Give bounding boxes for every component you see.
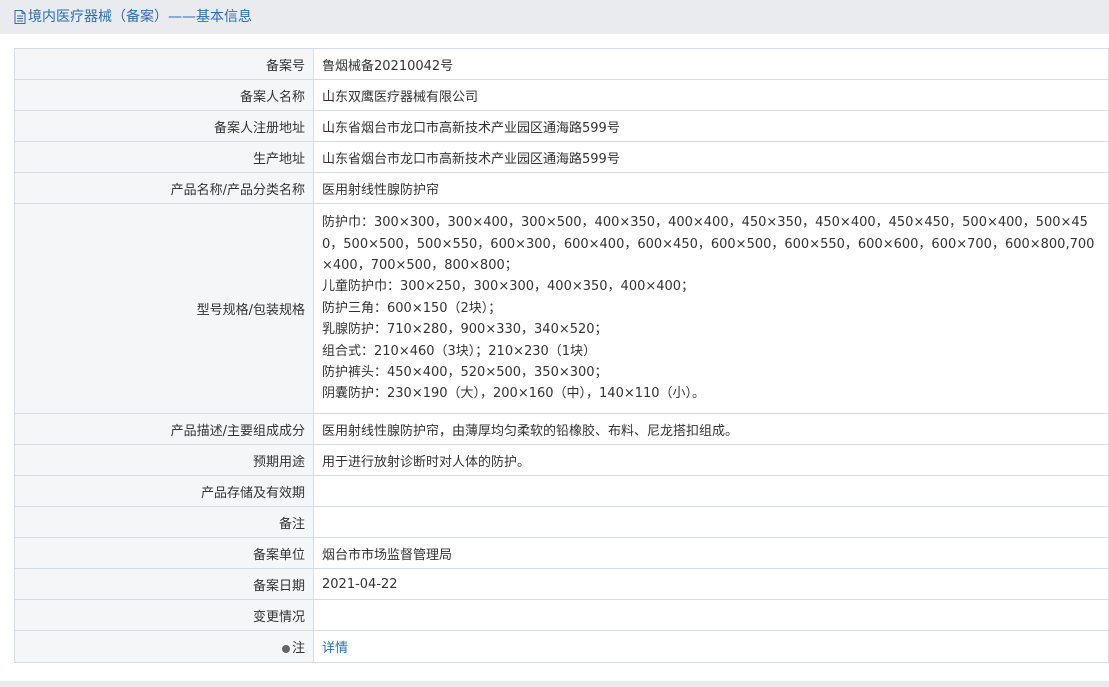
details-link[interactable]: 详情 — [322, 641, 348, 656]
page-title: 境内医疗器械（备案）——基本信息 — [14, 8, 252, 26]
table-row-change-status: 变更情况 — [14, 599, 1109, 631]
row-label: 产品描述/主要组成成分 — [14, 413, 314, 445]
row-label: 注 — [291, 641, 305, 656]
row-value: 用于进行放射诊断时对人体的防护。 — [313, 444, 1109, 476]
table-row-filing-unit: 备案单位 烟台市市场监督管理局 — [14, 537, 1109, 569]
row-label: 生产地址 — [14, 141, 314, 173]
row-label: 产品名称/产品分类名称 — [14, 172, 314, 204]
row-value: 鲁烟械备20210042号 — [313, 48, 1109, 80]
row-value — [313, 506, 1109, 538]
row-label: 备案号 — [14, 48, 314, 80]
row-label: 型号规格/包装规格 — [14, 203, 314, 414]
table-row-record-number: 备案号 鲁烟械备20210042号 — [14, 48, 1109, 80]
bottom-strip — [0, 681, 1109, 687]
row-label: 备案日期 — [14, 568, 314, 600]
row-label: 变更情况 — [14, 599, 314, 631]
table-row-filing-date: 备案日期 2021-04-22 — [14, 568, 1109, 600]
spec-line: 防护三角：600×150（2块）； — [322, 300, 502, 316]
spec-line: 阴囊防护：230×190（大），200×160（中），140×110（小）。 — [322, 386, 706, 402]
row-value — [313, 599, 1109, 631]
row-value: 医用射线性腺防护帘，由薄厚均匀柔软的铅橡胶、布料、尼龙搭扣组成。 — [313, 413, 1109, 445]
row-value — [313, 475, 1109, 507]
table-row-remarks: 备注 — [14, 506, 1109, 538]
row-label: 备注 — [14, 506, 314, 538]
table-row-product-name: 产品名称/产品分类名称 医用射线性腺防护帘 — [14, 172, 1109, 204]
row-value: 山东省烟台市龙口市高新技术产业园区通海路599号 — [313, 141, 1109, 173]
table-row-product-description: 产品描述/主要组成成分 医用射线性腺防护帘，由薄厚均匀柔软的铅橡胶、布料、尼龙搭… — [14, 413, 1109, 445]
page-title-text: 境内医疗器械（备案）——基本信息 — [28, 9, 252, 25]
row-value: 山东双鹰医疗器械有限公司 — [313, 79, 1109, 111]
row-label: 备案单位 — [14, 537, 314, 569]
row-value: 2021-04-22 — [313, 568, 1109, 600]
row-value: 医用射线性腺防护帘 — [313, 172, 1109, 204]
table-row-intended-use: 预期用途 用于进行放射诊断时对人体的防护。 — [14, 444, 1109, 476]
info-table: 备案号 鲁烟械备20210042号 备案人名称 山东双鹰医疗器械有限公司 备案人… — [14, 48, 1109, 663]
row-value: 详情 — [313, 630, 1109, 663]
info-dot-icon — [281, 644, 290, 653]
table-row-production-address: 生产地址 山东省烟台市龙口市高新技术产业园区通海路599号 — [14, 141, 1109, 173]
spec-line: 乳腺防护：710×280，900×330，340×520； — [322, 322, 608, 338]
table-row-registrant-address: 备案人注册地址 山东省烟台市龙口市高新技术产业园区通海路599号 — [14, 110, 1109, 142]
table-row-registrant-name: 备案人名称 山东双鹰医疗器械有限公司 — [14, 79, 1109, 111]
table-row-storage-validity: 产品存储及有效期 — [14, 475, 1109, 507]
row-label: 产品存储及有效期 — [14, 475, 314, 507]
spec-line: 防护裤头：450×400，520×500，350×300； — [322, 365, 608, 381]
row-label: 预期用途 — [14, 444, 314, 476]
spec-line: 防护巾：300×300，300×400，300×500，400×350，400×… — [322, 215, 1095, 273]
row-value: 山东省烟台市龙口市高新技术产业园区通海路599号 — [313, 110, 1109, 142]
spec-line: 儿童防护巾：300×250，300×300，400×350，400×400； — [322, 279, 695, 295]
row-label: 备案人注册地址 — [14, 110, 314, 142]
row-value: 烟台市市场监督管理局 — [313, 537, 1109, 569]
document-icon — [14, 10, 26, 24]
table-row-model-spec: 型号规格/包装规格 防护巾：300×300，300×400，300×500，40… — [14, 203, 1109, 414]
table-row-note: 注 详情 — [14, 630, 1109, 663]
row-label: 备案人名称 — [14, 79, 314, 111]
row-value-multiline: 防护巾：300×300，300×400，300×500，400×350，400×… — [313, 203, 1109, 414]
header-bar: 境内医疗器械（备案）——基本信息 — [0, 0, 1109, 34]
spec-line: 组合式：210×460（3块）；210×230（1块） — [322, 343, 597, 359]
row-label-with-icon: 注 — [14, 630, 314, 663]
